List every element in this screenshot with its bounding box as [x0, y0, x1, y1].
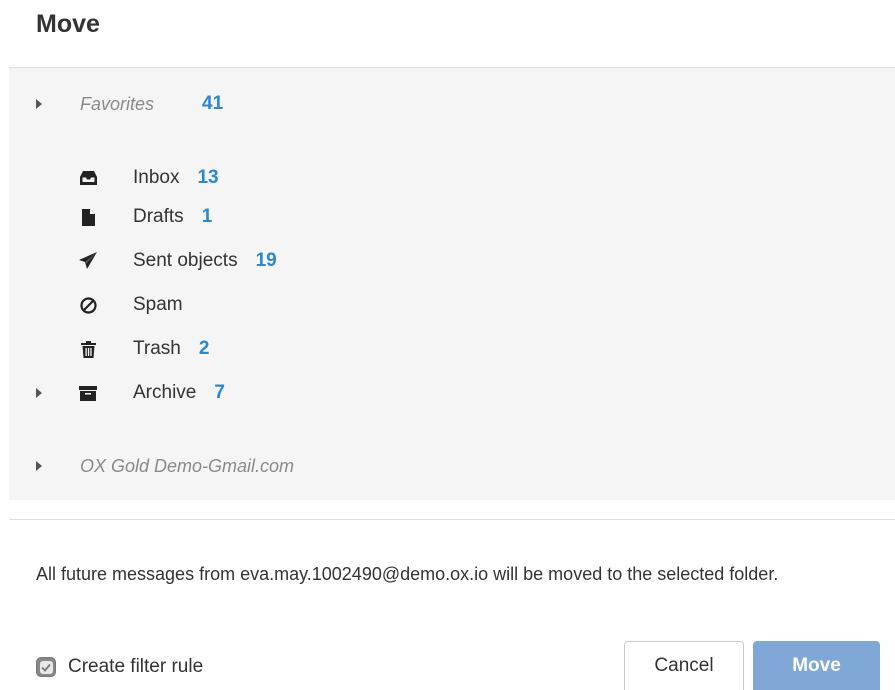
inbox-icon: [79, 169, 97, 187]
archive-icon: [79, 384, 97, 402]
folder-count-sent-objects: 19: [255, 250, 277, 271]
folder-item-spam[interactable]: Spam: [9, 289, 895, 321]
folder-item-inbox[interactable]: Inbox 13: [9, 162, 895, 194]
favorites-count: 41: [202, 93, 224, 114]
move-button[interactable]: Move: [753, 641, 880, 690]
folder-item-archive[interactable]: Archive 7: [9, 377, 895, 409]
caret-right-icon[interactable]: [36, 99, 42, 109]
folder-label-trash: Trash: [133, 338, 181, 359]
account-label: OX Gold Demo-Gmail.com: [80, 455, 295, 476]
favorites-label: Favorites: [80, 93, 155, 114]
tree-section-account[interactable]: OX Gold Demo-Gmail.com: [9, 450, 895, 482]
folder-count-archive: 7: [214, 382, 225, 403]
folder-item-sent-objects[interactable]: Sent objects 19: [9, 245, 895, 277]
dialog-title: Move: [36, 10, 100, 38]
folder-tree: Favorites 41 Inbox 13 Drafts 1 Sent obje…: [9, 67, 895, 500]
folder-item-drafts[interactable]: Drafts 1: [9, 201, 895, 233]
folder-label-drafts: Drafts: [133, 206, 184, 227]
tree-section-favorites[interactable]: Favorites 41: [9, 88, 895, 120]
trash-icon: [79, 340, 97, 358]
ban-icon: [79, 296, 97, 314]
divider: [9, 519, 895, 520]
caret-right-icon[interactable]: [36, 461, 42, 471]
folder-count-inbox: 13: [197, 167, 219, 188]
filter-info-text: All future messages from eva.may.1002490…: [36, 564, 779, 584]
folder-label-inbox: Inbox: [133, 167, 180, 188]
cancel-button[interactable]: Cancel: [624, 641, 744, 690]
folder-label-archive: Archive: [133, 382, 197, 403]
folder-label-sent-objects: Sent objects: [133, 250, 238, 271]
folder-item-trash[interactable]: Trash 2: [9, 333, 895, 365]
file-icon: [79, 208, 97, 226]
folder-label-spam: Spam: [133, 294, 183, 315]
caret-right-icon[interactable]: [36, 388, 42, 398]
checkbox-checked-icon[interactable]: [36, 657, 56, 677]
folder-count-drafts: 1: [201, 206, 213, 227]
create-filter-rule-label: Create filter rule: [68, 656, 204, 677]
folder-count-trash: 2: [198, 338, 210, 359]
create-filter-rule-checkbox[interactable]: Create filter rule: [36, 656, 203, 678]
paper-plane-icon: [79, 252, 97, 270]
